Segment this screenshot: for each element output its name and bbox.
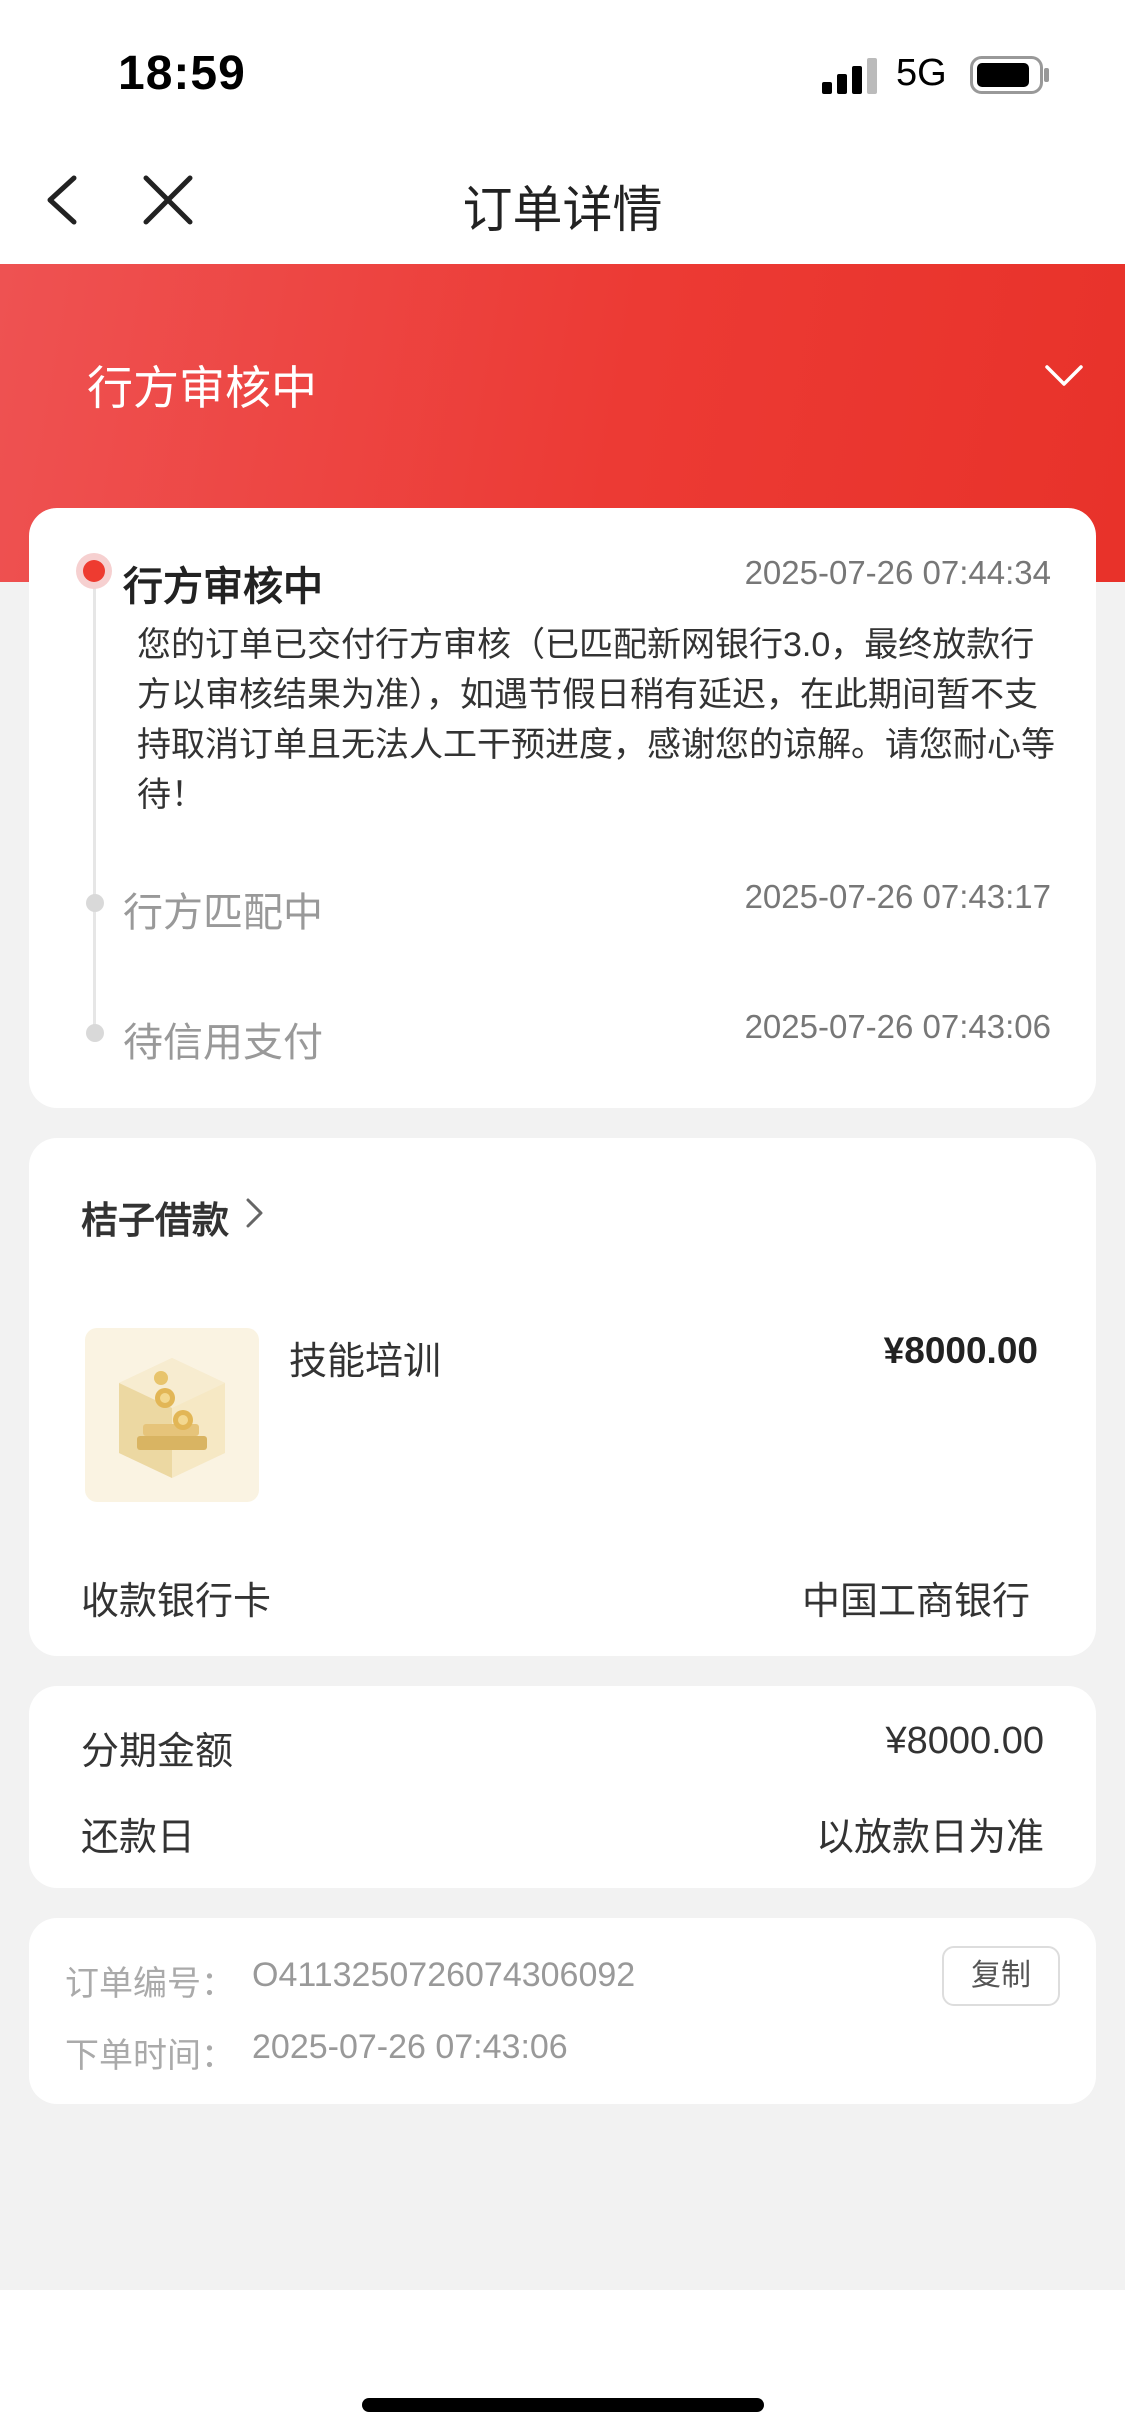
network-label: 5G: [896, 52, 947, 94]
timeline-item-time: 2025-07-26 07:44:34: [744, 554, 1051, 591]
installment-card: 分期金额 ¥8000.00 还款日 以放款日为准: [29, 1686, 1096, 1888]
bank-card-value: 中国工商银行: [801, 1581, 1030, 1623]
order-number-value: O4113250726074306092: [252, 1956, 636, 1994]
timeline-item-title: 待信用支付: [123, 1021, 323, 1065]
home-indicator[interactable]: [362, 2398, 764, 2412]
timeline-dot-active: [76, 553, 112, 589]
order-time-label: 下单时间：: [65, 2037, 235, 2075]
battery-icon: [970, 56, 1049, 94]
timeline-item-title: 行方审核中: [123, 565, 323, 609]
copy-button[interactable]: 复制: [942, 1946, 1060, 2006]
product-price: ¥8000.00: [883, 1330, 1038, 1371]
banner-status-text: 行方审核中: [87, 362, 317, 414]
product-card: 桔子借款 技能培训 ¥8000.00 收款银行卡 中国工商银行: [29, 1138, 1096, 1656]
order-info-card: 订单编号： O4113250726074306092 复制 下单时间： 2025…: [29, 1918, 1096, 2104]
timeline-dot: [86, 894, 104, 912]
chevron-down-icon[interactable]: [1044, 364, 1084, 388]
bank-card-label: 收款银行卡: [81, 1581, 272, 1623]
timeline-dot: [86, 1024, 104, 1042]
timeline-item-description: 您的订单已交付行方审核（已匹配新网银行3.0，最终放款行方以审核结果为准），如遇…: [137, 626, 1055, 814]
product-name: 技能培训: [289, 1341, 442, 1383]
bottom-area: [0, 2290, 1125, 2435]
signal-bars-icon: [822, 58, 877, 94]
coin-box-icon: [85, 1328, 259, 1502]
status-time: 18:59: [118, 47, 246, 100]
timeline-item-time: 2025-07-26 07:43:17: [744, 878, 1051, 915]
repay-day-label: 还款日: [81, 1817, 196, 1859]
order-number-label: 订单编号：: [65, 1965, 235, 2003]
timeline-item-title: 行方匹配中: [123, 891, 323, 935]
repay-day-value: 以放款日为准: [815, 1817, 1044, 1859]
installment-amount-label: 分期金额: [81, 1731, 234, 1773]
chevron-right-icon[interactable]: [244, 1196, 266, 1230]
progress-timeline-card: 行方审核中 2025-07-26 07:44:34 您的订单已交付行方审核（已匹…: [29, 508, 1096, 1108]
status-bar: 18:59 5G: [0, 0, 1125, 140]
merchant-link[interactable]: 桔子借款: [81, 1190, 229, 1244]
installment-amount-value: ¥8000.00: [885, 1720, 1045, 1762]
timeline-item-time: 2025-07-26 07:43:06: [744, 1008, 1051, 1045]
nav-bar: 订单详情: [0, 140, 1125, 264]
timeline-line: [93, 568, 96, 1038]
order-time-value: 2025-07-26 07:43:06: [252, 2028, 568, 2066]
page-title: 订单详情: [462, 182, 663, 238]
